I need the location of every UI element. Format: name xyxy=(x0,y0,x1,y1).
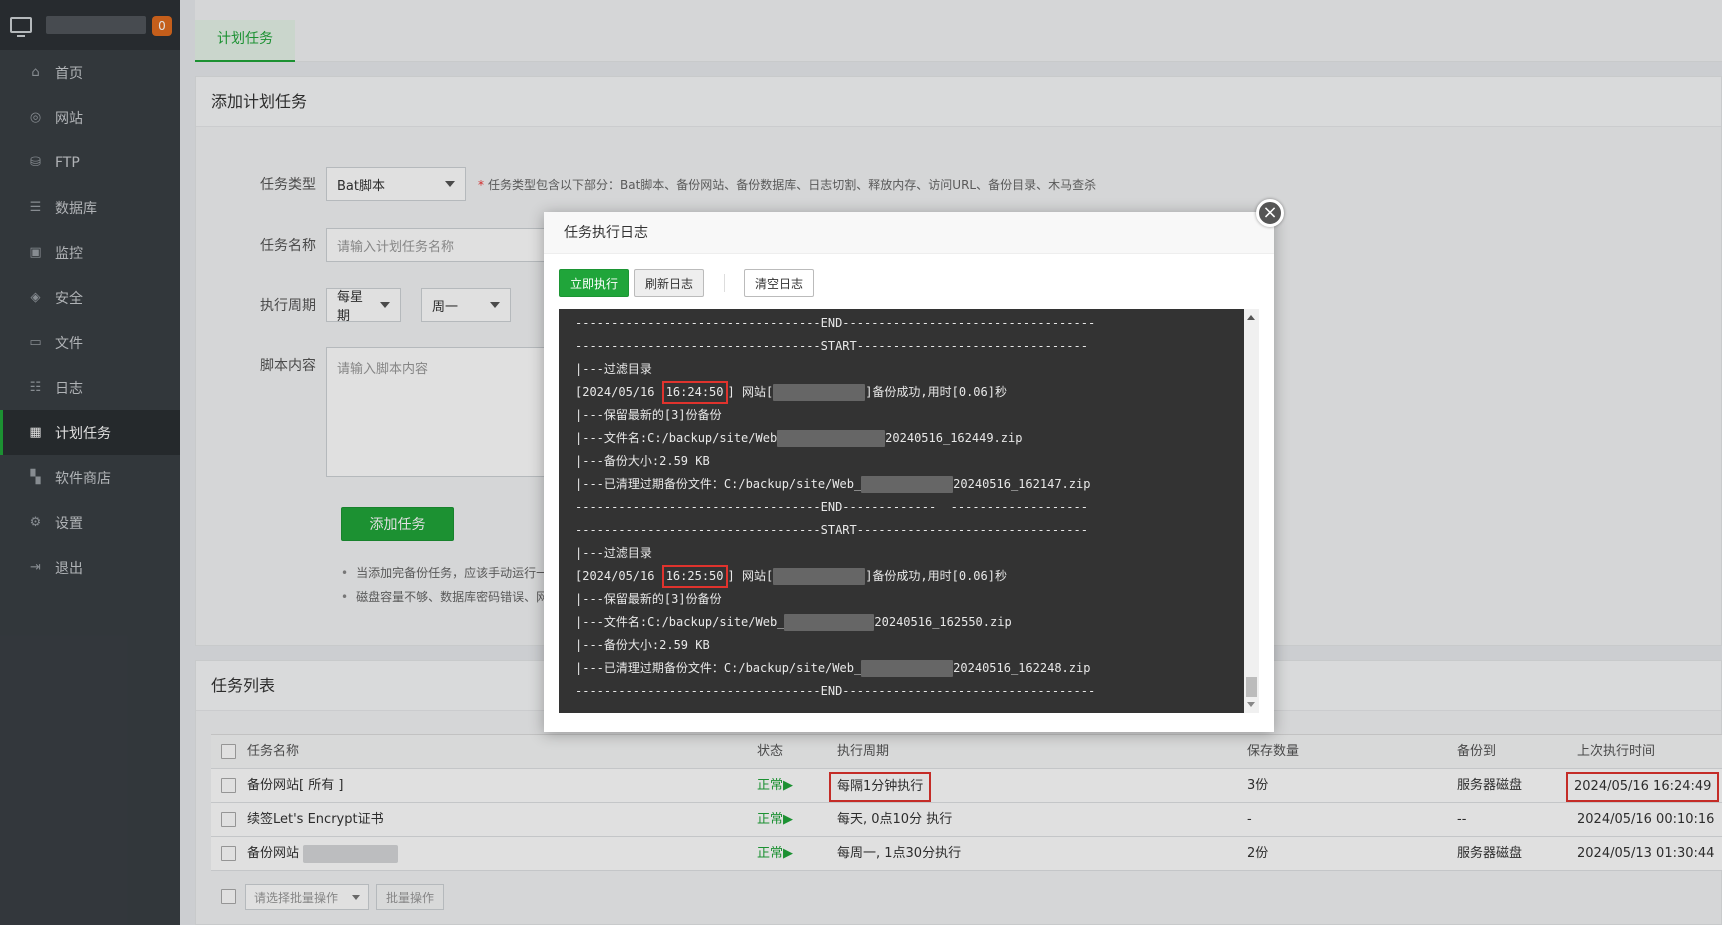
log-line: |---备份大小:2.59 KB xyxy=(575,454,710,468)
log-line: [2024/05/16 16:25:50] 网站[]备份成功,用时[0.06]秒 xyxy=(575,565,1259,588)
log-line: |---文件名:C:/backup/site/Web 20240516_16244… xyxy=(575,430,1023,447)
clear-log-button[interactable]: 清空日志 xyxy=(744,269,814,297)
log-line: ----------------------------------END---… xyxy=(575,684,1096,698)
log-line: [2024/05/16 16:24:50] 网站[]备份成功,用时[0.06]秒 xyxy=(575,381,1259,404)
button-divider xyxy=(724,274,725,292)
log-scrollbar[interactable] xyxy=(1244,309,1259,713)
log-line: |---保留最新的[3]份备份 xyxy=(575,592,722,606)
path-blurred xyxy=(777,430,886,447)
close-icon[interactable]: × xyxy=(1256,199,1284,227)
log-line: ----------------------------------START-… xyxy=(575,339,1088,353)
log-time-highlight: 16:24:50 xyxy=(661,381,728,404)
path-blurred xyxy=(861,660,954,677)
log-line: |---保留最新的[3]份备份 xyxy=(575,408,722,422)
path-blurred xyxy=(784,614,875,631)
log-console[interactable]: ----------------------------------END---… xyxy=(559,309,1259,713)
log-line: |---已清理过期备份文件：C:/backup/site/Web_ 2024051… xyxy=(575,476,1091,493)
log-line: |---过滤目录 xyxy=(575,546,652,560)
refresh-log-button[interactable]: 刷新日志 xyxy=(634,269,704,297)
scroll-up-icon[interactable] xyxy=(1247,315,1255,320)
log-line: |---文件名:C:/backup/site/Web_ 20240516_1625… xyxy=(575,614,1012,631)
modal-title: 任务执行日志 xyxy=(544,212,1274,254)
site-name-blurred xyxy=(773,568,866,585)
scroll-down-icon[interactable] xyxy=(1247,702,1255,707)
run-now-button[interactable]: 立即执行 xyxy=(559,269,629,297)
log-line: ----------------------------------END---… xyxy=(575,500,1088,514)
log-line: |---已清理过期备份文件：C:/backup/site/Web_ 2024051… xyxy=(575,660,1091,677)
log-line: ----------------------------------START-… xyxy=(575,523,1088,537)
scroll-thumb[interactable] xyxy=(1246,677,1257,697)
log-time-highlight: 16:25:50 xyxy=(661,565,728,588)
log-line: |---备份大小:2.59 KB xyxy=(575,638,710,652)
site-name-blurred xyxy=(773,384,866,401)
log-line: |---过滤目录 xyxy=(575,362,652,376)
path-blurred xyxy=(861,476,954,493)
log-line: ----------------------------------END---… xyxy=(575,316,1096,330)
task-log-modal: 任务执行日志 × 立即执行 刷新日志 清空日志 ----------------… xyxy=(544,199,1284,732)
